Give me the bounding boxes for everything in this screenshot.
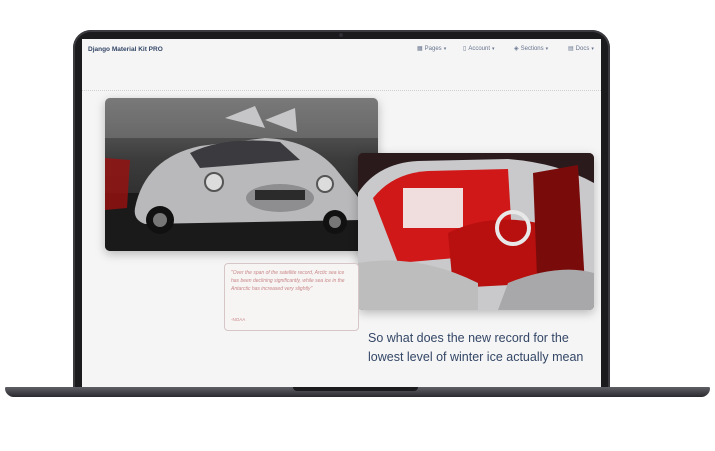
nav-item-label: Docs: [575, 45, 590, 52]
nav-item-sections[interactable]: ◈ Sections ▾: [514, 45, 549, 53]
chevron-down-icon: ▾: [492, 45, 495, 52]
quote-text: "Over the span of the satellite record, …: [231, 270, 345, 292]
file-icon: ▤: [568, 46, 574, 52]
laptop-screen: Django Material Kit PRO ▦ Pages ▾ ▯ Acco…: [82, 39, 601, 391]
car-interior-image: [358, 153, 594, 310]
chevron-down-icon: ▾: [545, 45, 549, 52]
nav-item-docs[interactable]: ▤ Docs ▾: [568, 45, 594, 53]
brand-link[interactable]: Django Material Kit PRO: [88, 46, 163, 53]
grid-icon: ▦: [417, 46, 423, 52]
car-exterior-image: [105, 98, 378, 251]
laptop-hinge-notch: [293, 387, 418, 391]
nav-item-label: Sections: [520, 45, 544, 52]
chevron-down-icon: ▾: [443, 45, 447, 52]
chevron-down-icon: ▾: [591, 45, 594, 52]
article-headline: So what does the new record for the lowe…: [368, 331, 584, 364]
navbar-divider: [82, 90, 601, 91]
layers-icon: ◈: [514, 46, 519, 52]
nav-item-pages[interactable]: ▦ Pages ▾: [417, 45, 447, 53]
quote-source: -NOAA: [231, 317, 246, 322]
nav-item-label: Pages: [424, 45, 442, 52]
user-icon: ▯: [463, 46, 467, 52]
nav-item-account[interactable]: ▯ Account ▾: [463, 45, 495, 53]
camera-icon: [339, 33, 343, 37]
quote-card: "Over the span of the satellite record, …: [224, 263, 359, 331]
nav-item-label: Account: [468, 45, 490, 52]
